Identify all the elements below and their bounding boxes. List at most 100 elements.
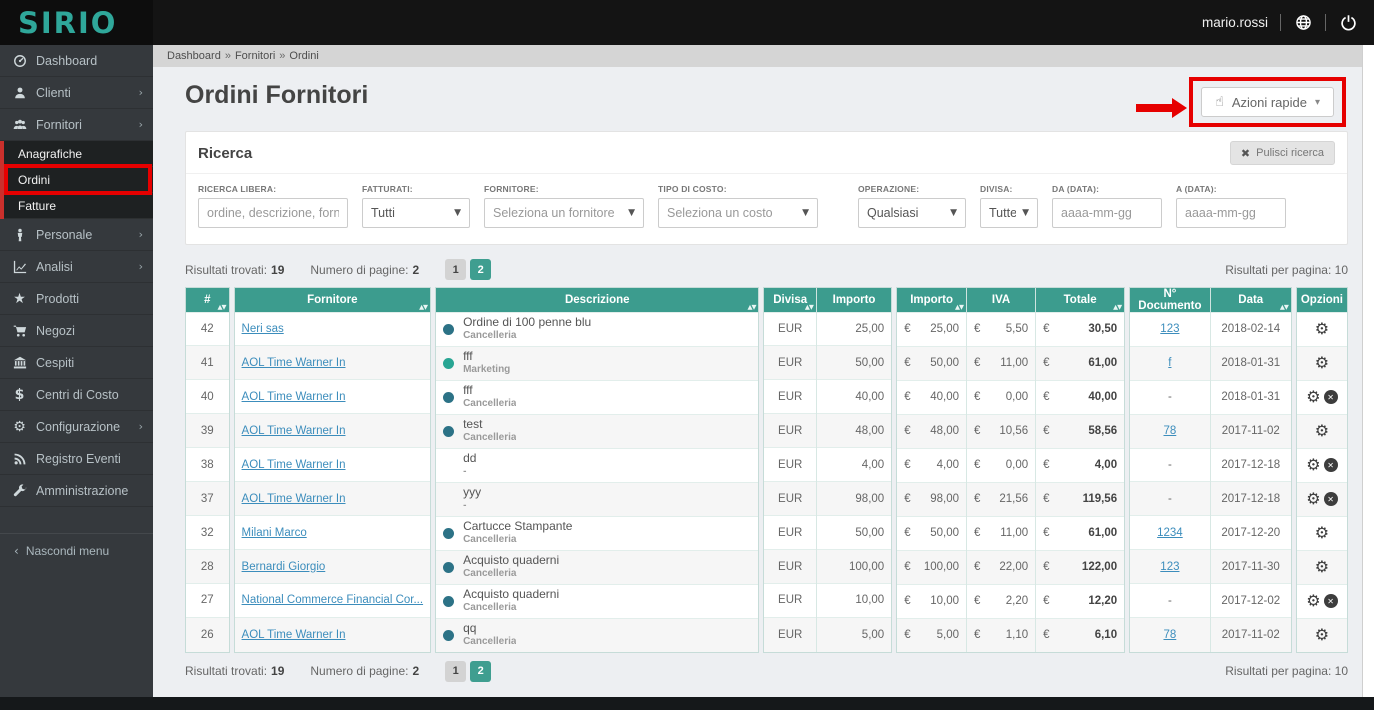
table-row: ⚙ (1296, 549, 1348, 584)
description-text: dd (463, 451, 477, 466)
column-header-importo2[interactable]: Importo ▲▼ (897, 288, 968, 312)
supplier-link[interactable]: AOL Time Warner In (242, 629, 346, 641)
cost-type-select[interactable]: Seleziona un costo ▼ (658, 198, 818, 228)
breadcrumb-item[interactable]: Dashboard (167, 50, 221, 62)
gear-icon[interactable]: ⚙ (1306, 389, 1320, 405)
supplier-link[interactable]: National Commerce Financial Cor... (242, 594, 424, 606)
document-link[interactable]: f (1168, 357, 1171, 369)
gear-icon[interactable]: ⚙ (1315, 355, 1329, 371)
table-row: Milani Marco (234, 515, 431, 550)
gear-icon[interactable]: ⚙ (1315, 423, 1329, 439)
supplier-select[interactable]: Seleziona un fornitore ▼ (484, 198, 644, 228)
remove-icon[interactable]: ✕ (1323, 492, 1338, 506)
globe-icon[interactable] (1293, 13, 1313, 33)
table-row: €50,00 €11,00 €61,00 (897, 515, 1125, 550)
sidebar-item-prodotti[interactable]: ★ Prodotti (0, 283, 153, 315)
column-header-totale[interactable]: Totale ▲▼ (1035, 288, 1125, 312)
column-header-data[interactable]: Data ▲▼ (1210, 288, 1291, 313)
supplier-link[interactable]: AOL Time Warner In (242, 459, 346, 471)
page-button-2[interactable]: 2 (470, 259, 492, 280)
field-label: Ricerca libera: (198, 184, 277, 194)
breadcrumb-item[interactable]: Fornitori (235, 50, 275, 62)
column-header-descrizione[interactable]: Descrizione ▲▼ (436, 288, 759, 312)
column-header-id[interactable]: # ▲▼ (186, 288, 229, 312)
document-link[interactable]: 78 (1163, 629, 1176, 641)
date-to-input[interactable] (1185, 206, 1277, 220)
gear-icon[interactable]: ⚙ (1315, 627, 1329, 643)
supplier-link[interactable]: Bernardi Giorgio (242, 561, 326, 573)
sidebar-subitem-fatture[interactable]: Fatture (4, 193, 153, 219)
supplier-link[interactable]: AOL Time Warner In (242, 425, 346, 437)
cell-descrizione: dd - (436, 447, 759, 482)
cell-importo2: €98,00 (897, 481, 968, 516)
category-text: Cancelleria (463, 636, 517, 648)
power-icon[interactable] (1338, 13, 1358, 33)
page-button-1[interactable]: 1 (445, 259, 467, 280)
gear-icon[interactable]: ⚙ (1306, 491, 1320, 507)
sidebar-item-clienti[interactable]: Clienti › (0, 77, 153, 109)
column-header-fornitore[interactable]: Fornitore ▲▼ (234, 288, 431, 312)
sort-arrows-icon[interactable]: ▲▼ (419, 303, 428, 311)
page-button-1[interactable]: 1 (445, 660, 467, 682)
sidebar-item-amministrazione[interactable]: Amministrazione (0, 475, 153, 507)
document-link[interactable]: 78 (1163, 425, 1176, 437)
remove-icon[interactable]: ✕ (1323, 458, 1338, 472)
table-row: €98,00 €21,56 €119,56 (897, 481, 1125, 516)
page-button-2[interactable]: 2 (470, 660, 492, 682)
sidebar-item-dashboard[interactable]: Dashboard (0, 45, 153, 77)
sort-arrows-icon[interactable]: ▲▼ (955, 303, 964, 311)
gear-icon: ⚙ (13, 418, 26, 435)
document-link[interactable]: 123 (1160, 323, 1179, 335)
sidebar-item-personale[interactable]: Personale › (0, 219, 153, 251)
supplier-link[interactable]: Milani Marco (242, 527, 307, 539)
supplier-link[interactable]: Neri sas (242, 323, 284, 335)
clear-search-button[interactable]: ✖ Pulisci ricerca (1229, 141, 1335, 165)
subitem-label: Fatture (18, 198, 57, 213)
date-from-input[interactable] (1061, 206, 1153, 220)
currency-select[interactable]: Tutte ▼ (980, 198, 1038, 228)
gear-icon[interactable]: ⚙ (1315, 525, 1329, 541)
sidebar-item-fornitori[interactable]: Fornitori › (0, 109, 153, 141)
sort-arrows-icon[interactable]: ▲▼ (1280, 303, 1289, 311)
supplier-link[interactable]: AOL Time Warner In (242, 493, 346, 505)
sort-arrows-icon[interactable]: ▲▼ (1113, 303, 1122, 311)
sidebar-item-configurazione[interactable]: ⚙ Configurazione › (0, 411, 153, 443)
sidebar-subitem-ordini[interactable]: Ordini (4, 164, 153, 195)
gear-icon[interactable]: ⚙ (1315, 559, 1329, 575)
username[interactable]: mario.rossi (1202, 15, 1268, 30)
sidebar-item-negozi[interactable]: Negozi (0, 315, 153, 347)
breadcrumb-item[interactable]: Ordini (289, 50, 318, 62)
sort-arrows-icon[interactable]: ▲▼ (747, 303, 756, 311)
sidebar-item-centri-di-costo[interactable]: $ Centri di Costo (0, 379, 153, 411)
scrollbar-gutter[interactable] (1362, 45, 1374, 697)
sidebar-item-registro-eventi[interactable]: Registro Eventi (0, 443, 153, 475)
sidebar-item-cespiti[interactable]: Cespiti (0, 347, 153, 379)
logo[interactable]: SIRIO (0, 0, 153, 45)
gear-icon[interactable]: ⚙ (1306, 593, 1320, 609)
operation-select[interactable]: Qualsiasi ▼ (858, 198, 966, 228)
sort-arrows-icon[interactable]: ▲▼ (218, 303, 227, 311)
table-row: 42 (186, 311, 229, 346)
gear-icon[interactable]: ⚙ (1306, 457, 1320, 473)
cell-divisa: EUR (764, 481, 817, 516)
sort-arrows-icon[interactable]: ▲▼ (805, 303, 814, 311)
invoiced-select[interactable]: Tutti ▼ (362, 198, 470, 228)
document-link[interactable]: 123 (1160, 561, 1179, 573)
supplier-link[interactable]: AOL Time Warner In (242, 391, 346, 403)
cell-importo: 48,00 (816, 413, 892, 448)
supplier-link[interactable]: AOL Time Warner In (242, 357, 346, 369)
free-search-input[interactable] (207, 206, 339, 220)
column-header-divisa[interactable]: Divisa ▲▼ (764, 288, 817, 312)
hide-menu-button[interactable]: ‹ Nascondi menu (0, 533, 153, 567)
quick-actions-button[interactable]: ☝ Azioni rapide ▾ (1201, 87, 1334, 117)
document-link[interactable]: 1234 (1157, 527, 1183, 539)
gear-icon[interactable]: ⚙ (1315, 321, 1329, 337)
remove-icon[interactable]: ✕ (1323, 594, 1338, 608)
orders-table: # ▲▼ 42 41 40 39 38 37 32 28 27 26 Fornitore ▲▼ Neri s… (185, 287, 1349, 653)
sidebar-subitem-anagrafiche[interactable]: Anagrafiche (4, 141, 153, 167)
sidebar: Dashboard Clienti › Fornitori › Anagrafiche Or… (0, 45, 153, 700)
sidebar-item-analisi[interactable]: Analisi › (0, 251, 153, 283)
field-label: Operazione: (858, 184, 920, 194)
remove-icon[interactable]: ✕ (1323, 390, 1338, 404)
sidebar-item-label: Dashboard (36, 53, 98, 68)
